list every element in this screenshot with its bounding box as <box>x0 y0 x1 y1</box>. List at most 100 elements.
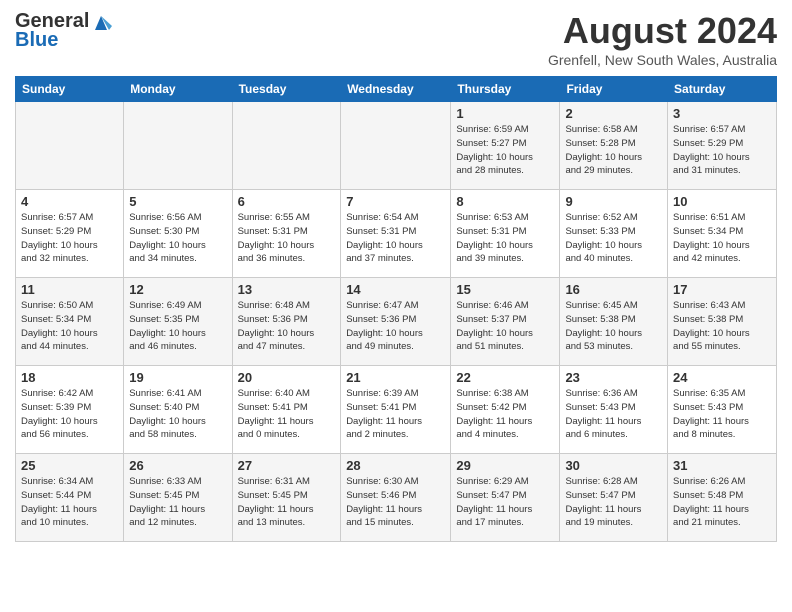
day-info: Sunrise: 6:52 AMSunset: 5:33 PMDaylight:… <box>565 211 662 266</box>
title-section: August 2024 Grenfell, New South Wales, A… <box>548 10 777 68</box>
day-info: Sunrise: 6:46 AMSunset: 5:37 PMDaylight:… <box>456 299 554 354</box>
day-info: Sunrise: 6:43 AMSunset: 5:38 PMDaylight:… <box>673 299 771 354</box>
day-info: Sunrise: 6:28 AMSunset: 5:47 PMDaylight:… <box>565 475 662 530</box>
logo-blue-text: Blue <box>15 29 58 52</box>
calendar-cell: 1 Sunrise: 6:59 AMSunset: 5:27 PMDaylight… <box>451 102 560 190</box>
calendar-cell: 10Sunrise: 6:51 AMSunset: 5:34 PMDayligh… <box>668 190 777 278</box>
day-number: 8 <box>456 194 554 209</box>
calendar-cell <box>341 102 451 190</box>
calendar-cell: 26 Sunrise: 6:33 AMSunset: 5:45 PMDayligh… <box>124 454 232 542</box>
day-number: 19 <box>129 370 226 385</box>
logo: General Blue <box>15 10 112 52</box>
day-info: Sunrise: 6:59 AMSunset: 5:27 PMDaylight:… <box>456 123 554 178</box>
calendar-cell: 12 Sunrise: 6:49 AMSunset: 5:35 PMDayligh… <box>124 278 232 366</box>
calendar-week-row: 18Sunrise: 6:42 AMSunset: 5:39 PMDayligh… <box>16 366 777 454</box>
day-info: Sunrise: 6:38 AMSunset: 5:42 PMDaylight:… <box>456 387 554 442</box>
calendar-week-row: 25Sunrise: 6:34 AMSunset: 5:44 PMDayligh… <box>16 454 777 542</box>
calendar-week-row: 1 Sunrise: 6:59 AMSunset: 5:27 PMDaylight… <box>16 102 777 190</box>
day-number: 7 <box>346 194 445 209</box>
day-number: 30 <box>565 458 662 473</box>
day-number: 18 <box>21 370 118 385</box>
calendar-cell: 28Sunrise: 6:30 AMSunset: 5:46 PMDayligh… <box>341 454 451 542</box>
day-info: Sunrise: 6:51 AMSunset: 5:34 PMDaylight:… <box>673 211 771 266</box>
day-number: 20 <box>238 370 336 385</box>
day-number: 24 <box>673 370 771 385</box>
day-info: Sunrise: 6:36 AMSunset: 5:43 PMDaylight:… <box>565 387 662 442</box>
day-number: 3 <box>673 106 771 121</box>
day-info: Sunrise: 6:54 AMSunset: 5:31 PMDaylight:… <box>346 211 445 266</box>
calendar-header-row: SundayMondayTuesdayWednesdayThursdayFrid… <box>16 77 777 102</box>
calendar-week-row: 4 Sunrise: 6:57 AMSunset: 5:29 PMDaylight… <box>16 190 777 278</box>
day-info: Sunrise: 6:50 AMSunset: 5:34 PMDaylight:… <box>21 299 118 354</box>
calendar-cell: 4 Sunrise: 6:57 AMSunset: 5:29 PMDaylight… <box>16 190 124 278</box>
day-number: 11 <box>21 282 118 297</box>
day-of-week-header: Sunday <box>16 77 124 102</box>
calendar-cell: 6 Sunrise: 6:55 AMSunset: 5:31 PMDaylight… <box>232 190 341 278</box>
month-year-title: August 2024 <box>548 10 777 52</box>
day-info: Sunrise: 6:35 AMSunset: 5:43 PMDaylight:… <box>673 387 771 442</box>
calendar-cell: 27 Sunrise: 6:31 AMSunset: 5:45 PMDayligh… <box>232 454 341 542</box>
calendar-cell: 23 Sunrise: 6:36 AMSunset: 5:43 PMDayligh… <box>560 366 668 454</box>
day-of-week-header: Thursday <box>451 77 560 102</box>
day-number: 15 <box>456 282 554 297</box>
calendar-cell: 13 Sunrise: 6:48 AMSunset: 5:36 PMDayligh… <box>232 278 341 366</box>
day-info: Sunrise: 6:40 AMSunset: 5:41 PMDaylight:… <box>238 387 336 442</box>
day-info: Sunrise: 6:33 AMSunset: 5:45 PMDaylight:… <box>129 475 226 530</box>
calendar-cell: 20 Sunrise: 6:40 AMSunset: 5:41 PMDayligh… <box>232 366 341 454</box>
calendar-cell <box>232 102 341 190</box>
day-of-week-header: Friday <box>560 77 668 102</box>
logo-icon <box>90 12 112 32</box>
day-info: Sunrise: 6:47 AMSunset: 5:36 PMDaylight:… <box>346 299 445 354</box>
day-info: Sunrise: 6:57 AMSunset: 5:29 PMDaylight:… <box>673 123 771 178</box>
day-number: 9 <box>565 194 662 209</box>
day-number: 6 <box>238 194 336 209</box>
day-number: 2 <box>565 106 662 121</box>
day-info: Sunrise: 6:57 AMSunset: 5:29 PMDaylight:… <box>21 211 118 266</box>
calendar-cell: 7 Sunrise: 6:54 AMSunset: 5:31 PMDaylight… <box>341 190 451 278</box>
calendar-cell: 17 Sunrise: 6:43 AMSunset: 5:38 PMDayligh… <box>668 278 777 366</box>
calendar-cell: 30 Sunrise: 6:28 AMSunset: 5:47 PMDayligh… <box>560 454 668 542</box>
page-header: General Blue August 2024 Grenfell, New S… <box>15 10 777 68</box>
calendar-week-row: 11 Sunrise: 6:50 AMSunset: 5:34 PMDayligh… <box>16 278 777 366</box>
day-info: Sunrise: 6:41 AMSunset: 5:40 PMDaylight:… <box>129 387 226 442</box>
day-info: Sunrise: 6:56 AMSunset: 5:30 PMDaylight:… <box>129 211 226 266</box>
day-number: 5 <box>129 194 226 209</box>
calendar-cell: 2 Sunrise: 6:58 AMSunset: 5:28 PMDaylight… <box>560 102 668 190</box>
day-info: Sunrise: 6:55 AMSunset: 5:31 PMDaylight:… <box>238 211 336 266</box>
calendar-cell: 5 Sunrise: 6:56 AMSunset: 5:30 PMDaylight… <box>124 190 232 278</box>
day-number: 17 <box>673 282 771 297</box>
day-number: 4 <box>21 194 118 209</box>
calendar-cell: 15 Sunrise: 6:46 AMSunset: 5:37 PMDayligh… <box>451 278 560 366</box>
calendar-cell: 3 Sunrise: 6:57 AMSunset: 5:29 PMDaylight… <box>668 102 777 190</box>
day-info: Sunrise: 6:39 AMSunset: 5:41 PMDaylight:… <box>346 387 445 442</box>
day-info: Sunrise: 6:26 AMSunset: 5:48 PMDaylight:… <box>673 475 771 530</box>
day-number: 13 <box>238 282 336 297</box>
location-subtitle: Grenfell, New South Wales, Australia <box>548 52 777 68</box>
day-number: 29 <box>456 458 554 473</box>
day-number: 16 <box>565 282 662 297</box>
day-number: 31 <box>673 458 771 473</box>
day-info: Sunrise: 6:48 AMSunset: 5:36 PMDaylight:… <box>238 299 336 354</box>
calendar-table: SundayMondayTuesdayWednesdayThursdayFrid… <box>15 76 777 542</box>
calendar-cell: 18Sunrise: 6:42 AMSunset: 5:39 PMDayligh… <box>16 366 124 454</box>
day-number: 27 <box>238 458 336 473</box>
day-number: 23 <box>565 370 662 385</box>
calendar-cell: 11 Sunrise: 6:50 AMSunset: 5:34 PMDayligh… <box>16 278 124 366</box>
calendar-cell: 29 Sunrise: 6:29 AMSunset: 5:47 PMDayligh… <box>451 454 560 542</box>
day-info: Sunrise: 6:53 AMSunset: 5:31 PMDaylight:… <box>456 211 554 266</box>
day-info: Sunrise: 6:49 AMSunset: 5:35 PMDaylight:… <box>129 299 226 354</box>
day-number: 1 <box>456 106 554 121</box>
calendar-cell: 25Sunrise: 6:34 AMSunset: 5:44 PMDayligh… <box>16 454 124 542</box>
day-number: 26 <box>129 458 226 473</box>
calendar-cell: 22Sunrise: 6:38 AMSunset: 5:42 PMDayligh… <box>451 366 560 454</box>
day-info: Sunrise: 6:31 AMSunset: 5:45 PMDaylight:… <box>238 475 336 530</box>
calendar-cell <box>16 102 124 190</box>
day-info: Sunrise: 6:34 AMSunset: 5:44 PMDaylight:… <box>21 475 118 530</box>
day-info: Sunrise: 6:30 AMSunset: 5:46 PMDaylight:… <box>346 475 445 530</box>
calendar-cell: 9 Sunrise: 6:52 AMSunset: 5:33 PMDaylight… <box>560 190 668 278</box>
day-info: Sunrise: 6:29 AMSunset: 5:47 PMDaylight:… <box>456 475 554 530</box>
day-info: Sunrise: 6:45 AMSunset: 5:38 PMDaylight:… <box>565 299 662 354</box>
day-info: Sunrise: 6:58 AMSunset: 5:28 PMDaylight:… <box>565 123 662 178</box>
day-number: 12 <box>129 282 226 297</box>
calendar-cell: 19 Sunrise: 6:41 AMSunset: 5:40 PMDayligh… <box>124 366 232 454</box>
